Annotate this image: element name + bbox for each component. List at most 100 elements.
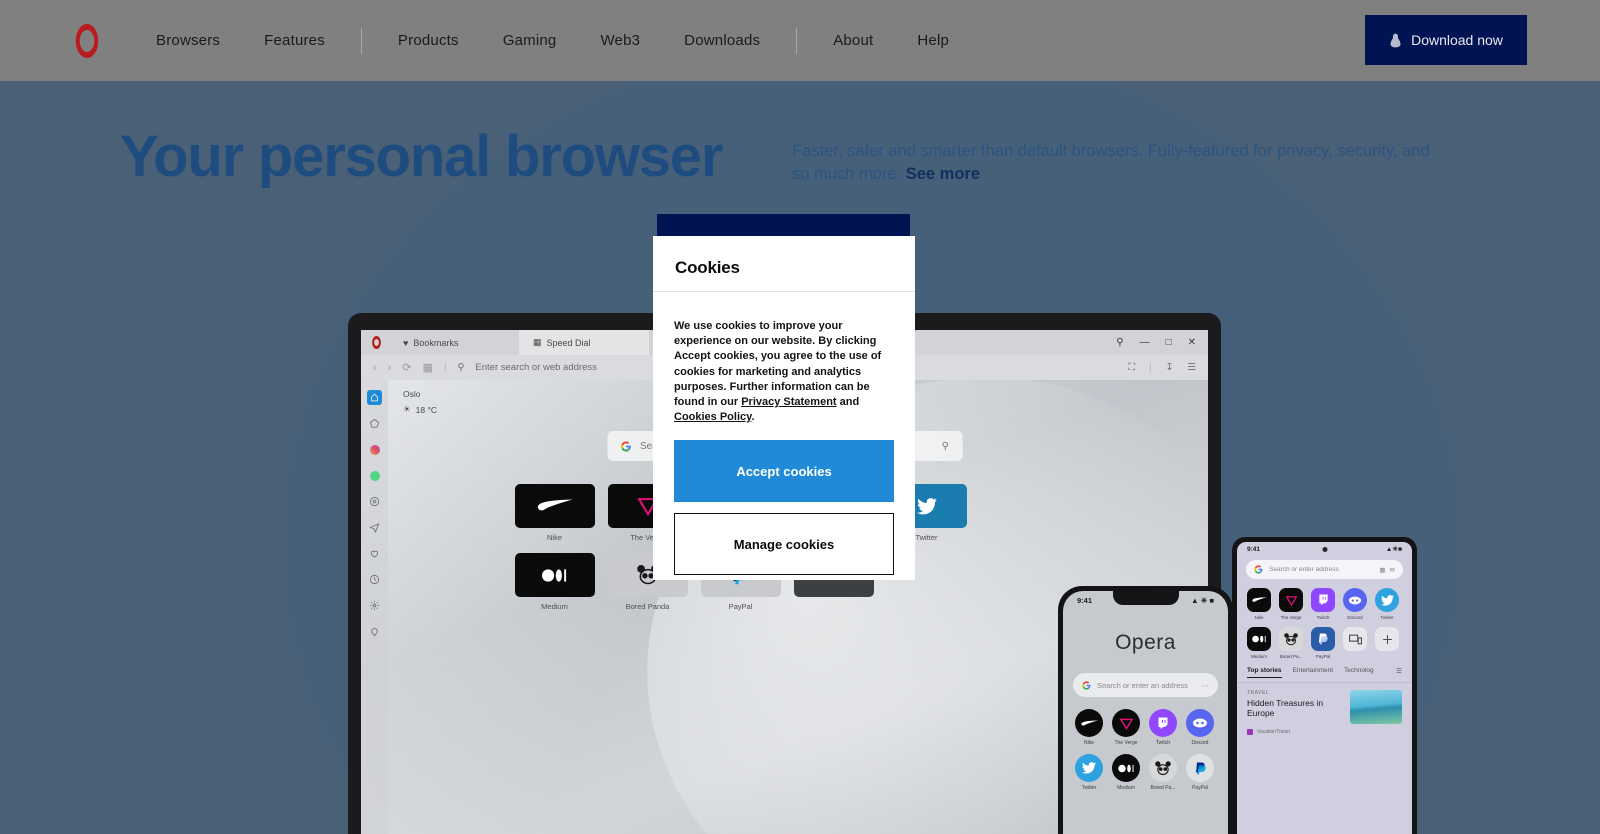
phone-app-tile[interactable]: Medium: [1112, 754, 1140, 791]
tablet-app-tile[interactable]: Twitter: [1375, 588, 1399, 620]
nav-item-about[interactable]: About: [833, 26, 873, 55]
tablet-mockup: 9:41 ▲☀■ Search or enter address ▦ ✉ Nik…: [1232, 537, 1417, 834]
download-now-button[interactable]: Download now: [1365, 15, 1527, 65]
phone-app-tile[interactable]: Discord: [1186, 709, 1214, 746]
dialog-title: Cookies: [675, 258, 740, 277]
google-icon: [1082, 680, 1091, 690]
browser-tab-bookmarks[interactable]: ♥ Bookmarks: [389, 330, 519, 355]
phone-notch: [1112, 591, 1179, 605]
privacy-statement-link[interactable]: Privacy Statement: [741, 396, 836, 408]
bored-panda-icon: [1284, 632, 1298, 645]
search-icon[interactable]: ⚲: [1116, 337, 1123, 348]
qr-scan-icon[interactable]: ▦: [1379, 566, 1385, 574]
phone-app-tile[interactable]: Bored Pa...: [1149, 754, 1177, 791]
sidebar-item-home[interactable]: [367, 390, 382, 405]
news-tab-top-stories[interactable]: Top stories: [1247, 667, 1282, 678]
news-tab-entertainment[interactable]: Entertainment: [1293, 667, 1333, 678]
nike-swoosh-icon: [1251, 597, 1267, 602]
more-dots-icon[interactable]: ⋯: [1202, 681, 1210, 690]
tablet-app-tile-devices[interactable]: [1343, 627, 1367, 659]
browser-sidebar: [361, 380, 388, 834]
news-article[interactable]: TRAVEL Hidden Treasures in Europe: [1237, 683, 1412, 724]
tablet-app-tile[interactable]: Medium: [1247, 627, 1271, 659]
tablet-app-tile-add[interactable]: [1375, 627, 1399, 659]
tablet-app-tile[interactable]: Nike: [1247, 588, 1271, 620]
nav-item-help[interactable]: Help: [917, 26, 949, 55]
maximize-icon[interactable]: □: [1166, 337, 1172, 348]
accept-cookies-button[interactable]: Accept cookies: [674, 440, 894, 503]
tile-label: Twitch: [1316, 615, 1330, 620]
twitter-bird-icon: [1380, 594, 1394, 606]
phone-app-tile[interactable]: The Verge: [1112, 709, 1140, 746]
devices-icon: [1348, 634, 1362, 644]
address-input[interactable]: Enter search or web address: [475, 362, 596, 373]
download-icon[interactable]: ↧: [1166, 362, 1174, 373]
menu-icon[interactable]: ☰: [1187, 362, 1196, 373]
back-icon[interactable]: ‹: [373, 362, 377, 374]
tablet-app-tile[interactable]: Discord: [1343, 588, 1367, 620]
news-tab-bar: Top stories Entertainment Technolog ☰: [1237, 667, 1412, 683]
opera-logo-icon: [75, 23, 99, 58]
forward-icon[interactable]: ›: [388, 362, 392, 374]
twitch-icon: [1318, 594, 1328, 605]
sidebar-item-history[interactable]: [367, 572, 382, 587]
tablet-news-feed: Top stories Entertainment Technolog ☰ TR…: [1237, 667, 1412, 735]
phone-app-tile[interactable]: Nike: [1075, 709, 1103, 746]
minimize-icon[interactable]: —: [1140, 337, 1150, 348]
tablet-app-grid: Nike The Verge Twitch Discord Twitter Me…: [1237, 579, 1412, 659]
browser-tab-speed-dial[interactable]: ▦ Speed Dial: [519, 330, 649, 355]
nav-item-web3[interactable]: Web3: [600, 26, 640, 55]
sidebar-item-telegram[interactable]: [367, 520, 382, 535]
main-navigation: Browsers Features Products Gaming Web3 D…: [134, 26, 971, 55]
tablet-app-tile[interactable]: The Verge: [1279, 588, 1303, 620]
the-verge-icon: [1285, 595, 1297, 606]
nav-item-products[interactable]: Products: [398, 26, 459, 55]
sidebar-item-favorites[interactable]: [367, 546, 382, 561]
nav-item-downloads[interactable]: Downloads: [684, 26, 760, 55]
tile-label: The Verge: [1114, 740, 1138, 746]
cookies-policy-link[interactable]: Cookies Policy: [674, 411, 751, 423]
camera-icon[interactable]: ⛶: [1128, 362, 1135, 373]
microphone-icon[interactable]: ✉: [1390, 566, 1395, 574]
nav-item-features[interactable]: Features: [264, 26, 325, 55]
sidebar-item-instagram[interactable]: [367, 442, 382, 457]
speed-dial-icon[interactable]: ▦: [423, 361, 433, 374]
opera-logo-icon: [372, 336, 381, 349]
reload-icon[interactable]: ⟳: [402, 361, 411, 374]
weather-city: Oslo: [403, 389, 421, 399]
speed-dial-tile[interactable]: Nike: [514, 484, 595, 542]
opera-logo[interactable]: [70, 23, 104, 58]
sidebar-item-settings[interactable]: [367, 598, 382, 613]
manage-cookies-button[interactable]: Manage cookies: [674, 513, 894, 576]
tablet-app-tile[interactable]: PayPal: [1311, 627, 1335, 659]
nav-item-gaming[interactable]: Gaming: [503, 26, 557, 55]
twitter-bird-icon: [1082, 762, 1096, 774]
phone-app-tile[interactable]: Twitch: [1149, 709, 1177, 746]
tile-label: Medium: [1117, 785, 1135, 791]
tablet-search-input[interactable]: Search or enter address ▦ ✉: [1246, 560, 1403, 579]
tile-label: Bored Pa...: [1279, 654, 1303, 659]
sidebar-item-pentagon[interactable]: [367, 416, 382, 431]
close-icon[interactable]: ✕: [1188, 337, 1196, 348]
sidebar-item-pin[interactable]: [367, 624, 382, 639]
search-submit-icon[interactable]: ⚲: [942, 441, 949, 452]
paypal-icon: [1318, 633, 1328, 645]
tab-label: Speed Dial: [546, 337, 591, 348]
phone-app-tile[interactable]: Twitter: [1075, 754, 1103, 791]
tablet-app-tile[interactable]: Bored Pa...: [1279, 627, 1303, 659]
weather-widget: Oslo ☀ 18 °C: [403, 389, 437, 415]
tablet-app-tile[interactable]: Twitch: [1311, 588, 1335, 620]
tile-label: Twitch: [1155, 740, 1171, 746]
sidebar-item-whatsapp[interactable]: [367, 468, 382, 483]
news-tab-technology[interactable]: Technolog: [1344, 667, 1374, 678]
tab-label: Bookmarks: [413, 337, 459, 348]
tile-label: Twitter: [1081, 785, 1097, 791]
sliders-icon[interactable]: ☰: [1396, 667, 1402, 678]
speed-dial-tile[interactable]: Medium: [514, 553, 595, 611]
nav-item-browsers[interactable]: Browsers: [156, 26, 220, 55]
sidebar-item-camera[interactable]: [367, 494, 382, 509]
phone-app-tile[interactable]: PayPal: [1186, 754, 1214, 791]
site-header: Browsers Features Products Gaming Web3 D…: [0, 0, 1600, 81]
phone-search-input[interactable]: Search or enter an address ⋯: [1073, 673, 1218, 697]
discord-icon: [1193, 718, 1207, 728]
